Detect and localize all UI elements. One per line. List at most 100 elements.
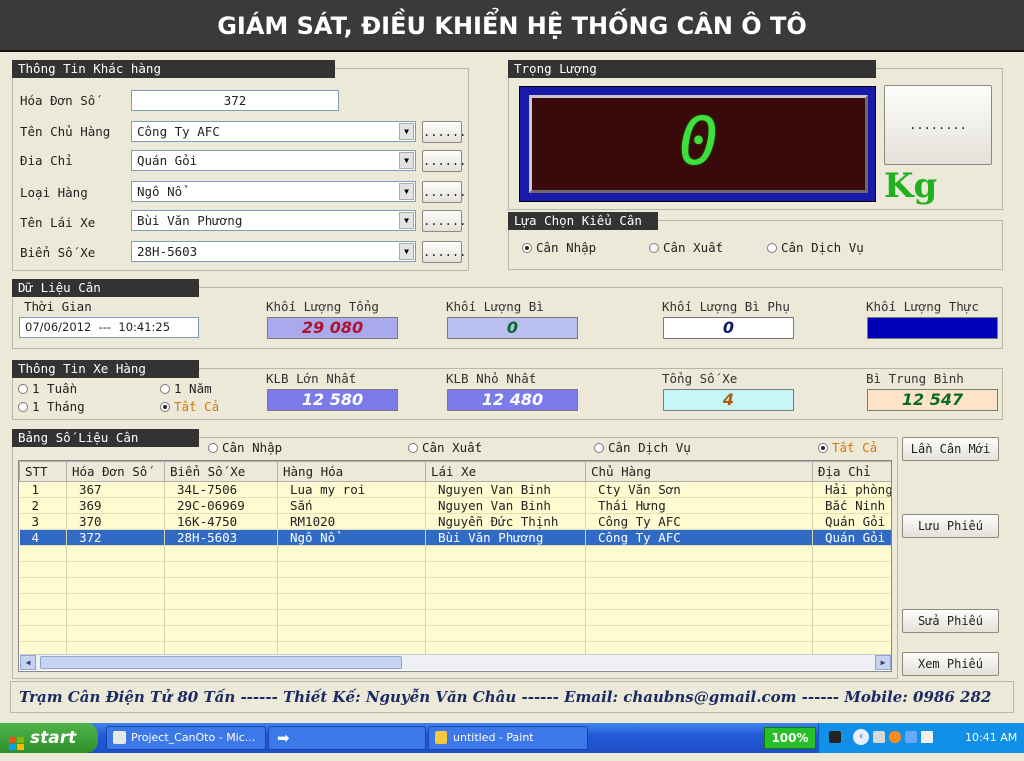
- column-header[interactable]: Hàng Hóa: [277, 461, 426, 482]
- shield-icon[interactable]: [905, 731, 917, 743]
- filter-radio-service[interactable]: Cân Dịch Vụ: [594, 440, 691, 455]
- max-tare-value: 12 580: [267, 389, 398, 411]
- period-radio-week[interactable]: 1 Tuần: [18, 381, 77, 396]
- period-all-label: Tất Cả: [174, 399, 220, 414]
- dropdown-arrow-icon[interactable]: ▼: [399, 243, 414, 260]
- datetime-field[interactable]: 07/06/2012 --- 10:41:25: [19, 317, 199, 338]
- goods-more-button[interactable]: ......: [422, 181, 466, 203]
- min-tare-value: 12 480: [447, 389, 578, 411]
- period-radio-month[interactable]: 1 Tháng: [18, 399, 85, 414]
- taskbar-item-arrow[interactable]: ➡: [268, 726, 426, 750]
- clock[interactable]: 10:41 AM: [965, 723, 1017, 753]
- save-ticket-button[interactable]: Lưu Phiếu: [902, 514, 999, 538]
- column-header[interactable]: Địa Chỉ: [812, 461, 891, 482]
- monitor-icon[interactable]: [921, 731, 933, 743]
- table-header-row: STT Hóa Đơn Số Biển Số Xe Hàng Hóa Lái X…: [19, 461, 891, 482]
- table-cell: Hải phòng: [812, 481, 891, 498]
- extra-tare-value[interactable]: 0: [663, 317, 794, 339]
- dropdown-arrow-icon[interactable]: ▼: [399, 123, 414, 140]
- taskbar: start Project_CanOto - Mic... ➡ untitled…: [0, 723, 1024, 753]
- edit-ticket-button[interactable]: Sửa Phiếu: [902, 609, 999, 633]
- app-icon: [113, 731, 126, 744]
- network-icon[interactable]: [889, 731, 901, 743]
- table-cell: 1: [19, 481, 67, 498]
- table-row[interactable]: 1 367 34L-7506 Lua my roi Nguyen Van Binh Cty…: [19, 481, 891, 498]
- driver-value: Bùi Văn Phương: [137, 213, 243, 228]
- vehicle-count-label: Tổng Số Xe: [662, 371, 738, 386]
- net-weight-label: Khối Lượng Thực: [866, 299, 979, 314]
- scroll-right-icon[interactable]: ▶: [875, 655, 891, 670]
- mode-service-label: Cân Dịch Vụ: [781, 240, 864, 255]
- column-header[interactable]: Chủ Hàng: [585, 461, 813, 482]
- filter-all-label: Tất Cả: [832, 440, 878, 455]
- radio-dot-icon: [160, 384, 170, 394]
- volume-icon[interactable]: [873, 731, 885, 743]
- weight-digit: 0: [678, 103, 719, 180]
- table-cell: Thái Hưng: [585, 497, 813, 514]
- taskbar-item-label: untitled - Paint: [453, 731, 534, 744]
- weigh-records-table: STT Hóa Đơn Số Biển Số Xe Hàng Hóa Lái X…: [19, 461, 891, 658]
- table-row-empty: [19, 545, 891, 562]
- radio-dot-icon: [208, 443, 218, 453]
- taskbar-item-paint[interactable]: untitled - Paint: [428, 726, 588, 750]
- dropdown-arrow-icon[interactable]: ▼: [399, 183, 414, 200]
- table-cell: 370: [66, 513, 165, 530]
- scroll-thumb[interactable]: [40, 656, 402, 669]
- total-weight-value: 29 080: [267, 317, 398, 339]
- zoom-indicator[interactable]: 100%: [764, 727, 816, 749]
- driver-more-button[interactable]: ......: [422, 210, 466, 232]
- tare-weight-value: 0: [447, 317, 578, 339]
- scroll-left-icon[interactable]: ◀: [20, 655, 36, 670]
- owner-combo[interactable]: Công Ty AFC ▼: [131, 121, 416, 142]
- address-combo[interactable]: Quán Gỏi ▼: [131, 150, 416, 171]
- table-row-empty: [19, 577, 891, 594]
- filter-radio-import[interactable]: Cân Nhập: [208, 440, 282, 455]
- taskbar-item-project[interactable]: Project_CanOto - Mic...: [106, 726, 266, 750]
- invoice-value: 372: [223, 93, 247, 108]
- table-cell: Quán Gỏi: [812, 529, 891, 546]
- table-row[interactable]: 2 369 29C-06969 Sắn Nguyen Van Binh Thái Hưng…: [19, 497, 891, 514]
- new-weigh-button[interactable]: Lần Cân Mới: [902, 437, 999, 461]
- table-cell: 367: [66, 481, 165, 498]
- driver-combo[interactable]: Bùi Văn Phương ▼: [131, 210, 416, 231]
- mode-radio-service[interactable]: Cân Dịch Vụ: [767, 240, 864, 255]
- column-header[interactable]: STT: [19, 461, 67, 482]
- filter-radio-export[interactable]: Cân Xuất: [408, 440, 482, 455]
- column-header[interactable]: Biển Số Xe: [164, 461, 278, 482]
- table-row-selected[interactable]: 4 372 28H-5603 Ngô Nổ Bùi Văn Phương Công Ty …: [19, 529, 891, 546]
- view-ticket-button[interactable]: Xem Phiếu: [902, 652, 999, 676]
- invoice-field[interactable]: 372: [131, 90, 339, 111]
- table-cell: Công Ty AFC: [585, 529, 813, 546]
- period-radio-year[interactable]: 1 Năm: [160, 381, 212, 396]
- column-header[interactable]: Hóa Đơn Số: [66, 461, 165, 482]
- dropdown-arrow-icon[interactable]: ▼: [399, 152, 414, 169]
- mode-radio-export[interactable]: Cân Xuất: [649, 240, 723, 255]
- plate-combo[interactable]: 28H-5603 ▼: [131, 241, 416, 262]
- mode-radio-import[interactable]: Cân Nhập: [522, 240, 596, 255]
- time-label: Thời Gian: [24, 299, 92, 314]
- system-tray: ‹ 10:41 AM: [818, 723, 1024, 753]
- table-cell: 372: [66, 529, 165, 546]
- owner-more-button[interactable]: ......: [422, 121, 466, 143]
- table-cell: Nguyen Van Binh: [425, 497, 586, 514]
- weight-side-button[interactable]: ........: [884, 85, 992, 165]
- dropdown-arrow-icon[interactable]: ▼: [399, 212, 414, 229]
- goods-combo[interactable]: Ngô Nổ ▼: [131, 181, 416, 202]
- horizontal-scrollbar[interactable]: ◀ ▶: [20, 654, 891, 670]
- table-cell: Bắc Ninh: [812, 497, 891, 514]
- weigh-records-grid[interactable]: STT Hóa Đơn Số Biển Số Xe Hàng Hóa Lái X…: [18, 460, 892, 672]
- period-week-label: 1 Tuần: [32, 381, 78, 396]
- column-header[interactable]: Lái Xe: [425, 461, 586, 482]
- filter-radio-all[interactable]: Tất Cả: [818, 440, 877, 455]
- tray-back-icon[interactable]: ‹: [853, 729, 869, 745]
- tray-icon[interactable]: [829, 731, 841, 743]
- address-more-button[interactable]: ......: [422, 150, 466, 172]
- period-month-label: 1 Tháng: [32, 399, 85, 414]
- max-tare-label: KLB Lớn Nhất: [266, 371, 357, 386]
- plate-more-button[interactable]: ......: [422, 241, 466, 263]
- avg-tare-value: 12 547: [867, 389, 998, 411]
- table-row[interactable]: 3 370 16K-4750 RM1020 Nguyễn Đức Thịnh Công T…: [19, 513, 891, 530]
- paint-icon: [435, 731, 447, 744]
- period-radio-all[interactable]: Tất Cả: [160, 399, 219, 414]
- start-button[interactable]: start: [0, 723, 98, 753]
